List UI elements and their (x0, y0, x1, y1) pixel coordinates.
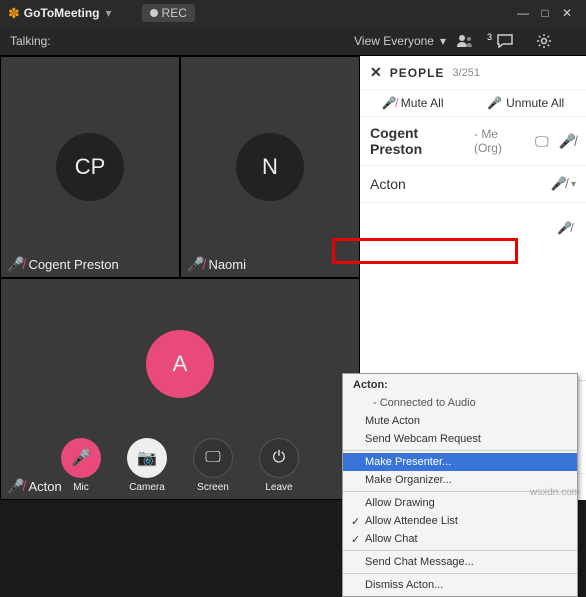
ctx-dismiss[interactable]: Dismiss Acton... (343, 576, 577, 594)
people-count: 3/251 (452, 67, 480, 79)
context-menu: Acton: - Connected to Audio Mute Acton S… (342, 373, 578, 597)
view-label: View Everyone (354, 34, 434, 48)
people-panel: ✕ PEOPLE 3/251 🎤̸ Mute All 🎤 Unmute All … (360, 56, 586, 500)
attendee-name: Acton (370, 176, 406, 192)
titlebar: ✽ GoToMeeting ▾ REC — □ ✕ (0, 0, 586, 26)
self-mic-icon[interactable]: 🎤̸ (559, 133, 576, 150)
attendee-mic-icon[interactable]: 🎤̸ (557, 221, 572, 235)
video-grid: CP 🎤̸ Cogent Preston N 🎤̸ Naomi A 🎤̸ Act… (0, 56, 360, 500)
ctx-make-presenter[interactable]: Make Presenter... (343, 453, 577, 471)
mute-all-icon: 🎤̸ (382, 96, 397, 110)
unmute-all-icon: 🎤 (487, 96, 502, 110)
app-title: GoToMeeting (24, 6, 100, 20)
ctx-send-chat[interactable]: Send Chat Message... (343, 553, 577, 571)
screen-button[interactable]: 🖵 Screen (193, 438, 233, 493)
people-icon[interactable] (456, 34, 496, 48)
chat-icon[interactable] (496, 33, 536, 49)
camera-button[interactable]: 📷 Camera (127, 438, 167, 493)
panel-title: PEOPLE (390, 66, 445, 80)
ctx-mute[interactable]: Mute Acton (343, 412, 577, 430)
close-window-button[interactable]: ✕ (556, 6, 578, 20)
mic-muted-icon: 🎤̸ (187, 256, 204, 273)
ctx-allow-attendee-list[interactable]: Allow Attendee List (343, 512, 577, 530)
settings-icon[interactable] (536, 33, 576, 49)
watermark: wsxdn.com (530, 487, 580, 498)
mute-row: 🎤̸ Mute All 🎤 Unmute All (360, 90, 586, 117)
chevron-down-icon: ▾ (440, 34, 446, 48)
video-tile-naomi[interactable]: N 🎤̸ Naomi (180, 56, 360, 278)
record-dot-icon (150, 9, 158, 17)
avatar: A (146, 330, 214, 398)
participant-name: Cogent Preston (28, 257, 118, 272)
chevron-down-icon[interactable]: ▾ (571, 179, 576, 190)
self-meta: - Me (Org) (474, 127, 527, 155)
main-area: CP 🎤̸ Cogent Preston N 🎤̸ Naomi A 🎤̸ Act… (0, 56, 586, 500)
mic-label: Mic (73, 482, 89, 493)
self-row[interactable]: Cogent Preston - Me (Org) 🖵 🎤̸ (360, 117, 586, 166)
tile-label: 🎤̸ Cogent Preston (7, 256, 119, 273)
leave-button[interactable]: ⏻ Leave (259, 438, 299, 493)
video-tile-cogent[interactable]: CP 🎤̸ Cogent Preston (0, 56, 180, 278)
mic-button[interactable]: 🎤 Mic (61, 438, 101, 493)
screen-share-icon[interactable]: 🖵 (535, 133, 549, 150)
mic-muted-icon: 🎤̸ (7, 256, 24, 273)
avatar: CP (56, 133, 124, 201)
mute-all-button[interactable]: 🎤̸ Mute All (382, 96, 444, 110)
ctx-header: Acton: (343, 376, 577, 394)
close-panel-button[interactable]: ✕ (370, 64, 382, 81)
attendee-mic-icon[interactable]: 🎤̸ (551, 176, 567, 192)
leave-icon: ⏻ (259, 438, 299, 478)
self-name: Cogent Preston (370, 125, 470, 157)
unmute-all-label: Unmute All (506, 96, 564, 110)
leave-label: Leave (265, 482, 292, 493)
toolbar: Talking: View Everyone ▾ (0, 26, 586, 56)
call-controls: 🎤 Mic 📷 Camera 🖵 Screen ⏻ Leave (1, 438, 359, 493)
panel-header: ✕ PEOPLE 3/251 (360, 56, 586, 90)
ctx-allow-chat[interactable]: Allow Chat (343, 530, 577, 548)
minimize-button[interactable]: — (512, 6, 534, 20)
screen-icon: 🖵 (193, 438, 233, 478)
video-tile-acton[interactable]: A 🎤̸ Acton 🎤 Mic 📷 Camera 🖵 Screen (0, 278, 360, 500)
record-button[interactable]: REC (142, 4, 195, 22)
record-label: REC (162, 6, 187, 20)
mic-muted-icon: 🎤 (61, 438, 101, 478)
mute-all-label: Mute All (401, 96, 444, 110)
unmute-all-button[interactable]: 🎤 Unmute All (487, 96, 564, 110)
avatar: N (236, 133, 304, 201)
camera-off-icon: 📷 (127, 438, 167, 478)
camera-label: Camera (129, 482, 165, 493)
ctx-connected-audio: - Connected to Audio (343, 394, 577, 412)
attendee-row-acton[interactable]: Acton 🎤̸ ▾ (360, 166, 586, 203)
tile-label: 🎤̸ Naomi (187, 256, 246, 273)
participant-name: Naomi (208, 257, 246, 272)
maximize-button[interactable]: □ (534, 6, 556, 20)
view-everyone-dropdown[interactable]: View Everyone ▾ (354, 34, 446, 48)
app-logo-icon: ✽ (8, 5, 20, 22)
panel-body: Acton: - Connected to Audio Mute Acton S… (360, 203, 586, 380)
app-dropdown-icon[interactable]: ▾ (106, 6, 112, 20)
talking-label: Talking: (10, 34, 51, 48)
ctx-webcam-request[interactable]: Send Webcam Request (343, 430, 577, 448)
screen-label: Screen (197, 482, 229, 493)
